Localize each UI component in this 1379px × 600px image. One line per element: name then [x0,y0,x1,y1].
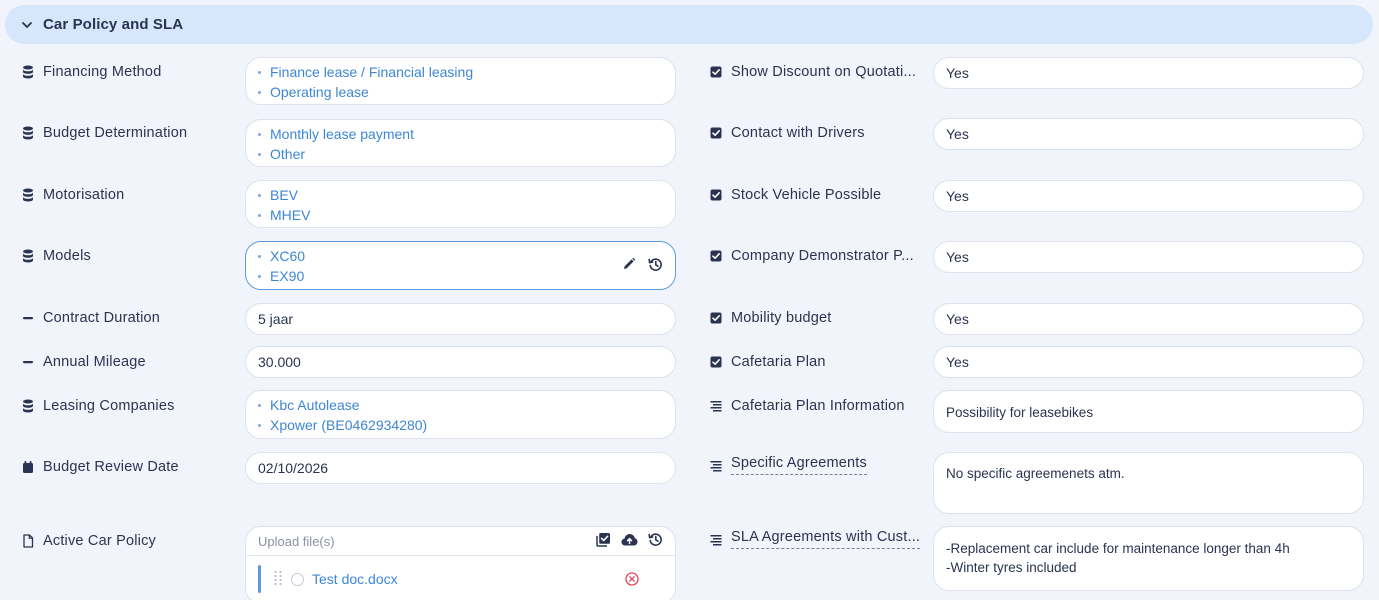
calendar-icon [22,460,34,474]
active-car-policy-upload[interactable]: Upload file(s) Test doc.docx [245,526,676,600]
history-icon[interactable] [648,532,663,550]
sla-agreements-field[interactable]: -Replacement car include for maintenance… [933,526,1364,591]
motorisation-field[interactable]: BEV MHEV [245,180,676,228]
list-item: XC60 [258,246,663,266]
label-cafetaria-plan-information: Cafetaria Plan Information [710,396,905,416]
database-icon [22,188,34,202]
section-header-car-policy[interactable]: Car Policy and SLA [5,5,1373,44]
label-sla-agreements: SLA Agreements with Cust... [710,529,921,553]
label-show-discount: Show Discount on Quotati... [710,62,916,82]
select-all-icon[interactable] [596,532,611,550]
cafetaria-plan-information-field[interactable]: Possibility for leasebikes [933,390,1364,433]
cloud-upload-icon[interactable] [621,533,638,549]
annual-mileage-field[interactable]: 30.000 [245,346,676,378]
contact-with-drivers-field[interactable]: Yes [933,118,1364,150]
checkbox-icon [710,311,722,325]
list-item: EX90 [258,266,663,286]
contract-duration-field[interactable]: 5 jaar [245,303,676,335]
database-icon [22,249,34,263]
file-icon [22,534,34,548]
label-leasing-companies: Leasing Companies [22,396,175,416]
section-title: Car Policy and SLA [43,16,184,33]
upload-placeholder: Upload file(s) [258,533,335,549]
database-icon [22,399,34,413]
list-item: Operating lease [258,82,663,102]
label-mobility-budget: Mobility budget [710,308,832,328]
label-active-car-policy: Active Car Policy [22,531,156,551]
file-select-radio[interactable] [291,572,304,586]
checkbox-icon [710,188,722,202]
checkbox-icon [710,65,722,79]
upload-divider [246,555,675,556]
stock-vehicle-field[interactable]: Yes [933,180,1364,212]
list-item: Finance lease / Financial leasing [258,62,663,82]
label-motorisation: Motorisation [22,185,124,205]
minus-icon [22,355,34,369]
list-item: BEV [258,185,663,205]
label-specific-agreements: Specific Agreements [710,455,867,479]
financing-method-field[interactable]: Finance lease / Financial leasing Operat… [245,57,676,105]
budget-determination-field[interactable]: Monthly lease payment Other [245,119,676,167]
list-item: MHEV [258,205,663,225]
list-item: Monthly lease payment [258,124,663,144]
checkbox-icon [710,249,722,263]
leasing-companies-field[interactable]: Kbc Autolease Xpower (BE0462934280) [245,390,676,439]
database-icon [22,65,34,79]
list-item: Xpower (BE0462934280) [258,415,663,435]
checkbox-icon [710,355,722,369]
mobility-budget-field[interactable]: Yes [933,303,1364,335]
label-contract-duration: Contract Duration [22,308,160,328]
remove-file-icon[interactable] [625,572,639,589]
database-icon [22,126,34,140]
company-demonstrator-field[interactable]: Yes [933,241,1364,273]
label-annual-mileage: Annual Mileage [22,352,146,372]
budget-review-date-field[interactable]: 02/10/2026 [245,452,676,484]
label-budget-determination: Budget Determination [22,123,187,143]
specific-agreements-field[interactable]: No specific agreemenets atm. [933,452,1364,514]
drag-handle-icon[interactable] [273,570,283,589]
list-item: Other [258,144,663,164]
models-field[interactable]: XC60 EX90 [245,241,676,290]
label-financing-method: Financing Method [22,62,161,82]
pencil-icon[interactable] [622,257,636,274]
label-stock-vehicle: Stock Vehicle Possible [710,185,881,205]
label-budget-review-date: Budget Review Date [22,457,179,477]
text-lines-icon [710,459,722,473]
label-models: Models [22,246,91,266]
checkbox-icon [710,126,722,140]
cafetaria-plan-field[interactable]: Yes [933,346,1364,378]
file-row[interactable]: Test doc.docx [258,564,663,594]
label-cafetaria-plan: Cafetaria Plan [710,352,826,372]
file-accent-bar [258,565,261,593]
minus-icon [22,311,34,325]
label-contact-with-drivers: Contact with Drivers [710,123,865,143]
history-icon[interactable] [648,257,663,275]
text-lines-icon [710,399,722,413]
list-item: Kbc Autolease [258,395,663,415]
chevron-down-icon[interactable] [21,18,35,32]
label-company-demonstrator: Company Demonstrator P... [710,246,914,266]
file-name-link[interactable]: Test doc.docx [312,571,398,587]
show-discount-field[interactable]: Yes [933,57,1364,89]
text-lines-icon [710,533,722,547]
